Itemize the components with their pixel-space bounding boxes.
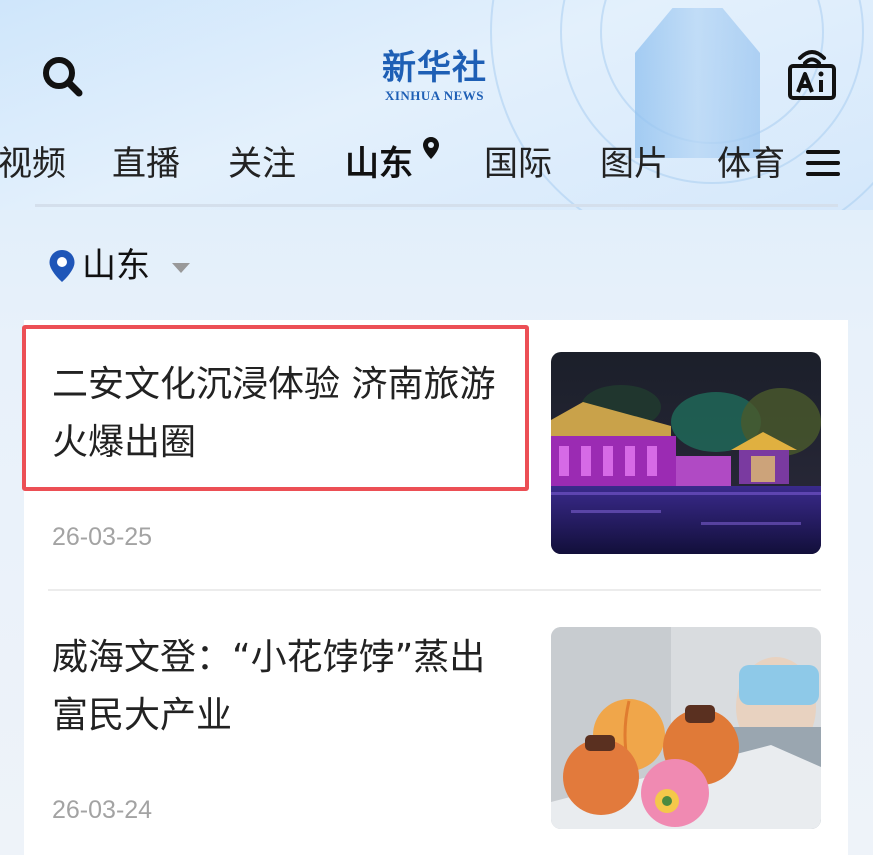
dropdown-caret-icon	[172, 263, 190, 273]
location-pin-icon	[49, 250, 75, 282]
article-date: 26-03-24	[52, 796, 153, 824]
xinhua-logo: 新华社 XINHUA NEWS	[372, 48, 497, 110]
region-label: 山东	[82, 246, 150, 286]
logo-chinese: 新华社	[382, 48, 487, 88]
location-pin-icon	[423, 137, 439, 159]
tab-pictures[interactable]: 图片	[600, 144, 668, 184]
channel-tabs: 视频 直播 关注 山东 国际 图片 体育	[0, 134, 800, 194]
tab-shandong[interactable]: 山东	[345, 144, 413, 184]
tab-follow[interactable]: 关注	[228, 144, 296, 184]
article-thumbnail[interactable]	[551, 352, 821, 554]
article-title[interactable]: 威海文登：“小花饽饽”蒸出富民大产业	[52, 629, 517, 745]
tab-live[interactable]: 直播	[112, 144, 180, 184]
night-pavilion-image	[551, 352, 821, 554]
steamed-buns-image	[551, 627, 821, 829]
ai-broadcast-icon	[788, 50, 836, 100]
selection-highlight	[22, 325, 529, 491]
tab-video[interactable]: 视频	[0, 144, 66, 184]
tab-sports[interactable]: 体育	[717, 144, 785, 184]
tabs-divider	[35, 204, 838, 207]
region-selector[interactable]: 山东	[48, 244, 190, 288]
search-icon	[43, 57, 83, 97]
tab-international[interactable]: 国际	[484, 144, 552, 184]
search-button[interactable]	[40, 54, 84, 98]
list-item[interactable]: 威海文登：“小花饽饽”蒸出富民大产业 26-03-24	[24, 591, 848, 855]
ai-button[interactable]	[784, 44, 840, 102]
article-date: 26-03-25	[52, 523, 153, 551]
menu-icon[interactable]	[806, 148, 840, 178]
logo-english: XINHUA NEWS	[384, 88, 485, 103]
article-thumbnail[interactable]	[551, 627, 821, 829]
